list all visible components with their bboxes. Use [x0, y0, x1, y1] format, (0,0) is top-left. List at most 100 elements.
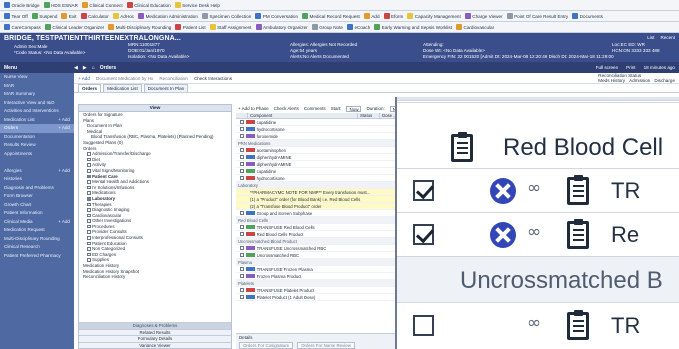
view-tree-checkbox[interactable]	[87, 174, 91, 179]
sidebar-item[interactable]: Growth Chart	[0, 201, 74, 210]
meds-history-status[interactable]: Meds History	[598, 78, 625, 83]
link-item[interactable]: Service Desk Help	[174, 2, 220, 8]
table-row[interactable]: TRANSFUSE Frozen Plasma	[236, 266, 400, 273]
cancel-icon[interactable]	[490, 178, 516, 204]
row-checkbox[interactable]	[240, 295, 244, 299]
row-checkbox[interactable]	[240, 246, 244, 250]
row-checkbox[interactable]	[240, 267, 244, 271]
link-item[interactable]: Clinical Connect	[81, 2, 123, 8]
view-tree-checkbox[interactable]	[87, 168, 91, 173]
home-icon[interactable]: ⌂	[92, 65, 95, 71]
view-tree-checkbox[interactable]	[87, 241, 91, 246]
action-item[interactable]: Point Of Care Result Entry	[506, 13, 568, 19]
view-tree-checkbox[interactable]	[87, 208, 91, 212]
row-checkbox[interactable]	[240, 120, 244, 124]
action-item[interactable]: Calculator	[80, 13, 109, 19]
action-item[interactable]: Add	[363, 13, 380, 19]
sidebar-item[interactable]: Diagnosis and Problems	[0, 184, 74, 193]
sidebar-item[interactable]: Histories	[0, 175, 74, 184]
row-checkbox[interactable]	[240, 162, 244, 166]
table-row[interactable]: Platelet Product (1 Adult Dose)	[236, 294, 400, 301]
action-item[interactable]: PM Conversation	[255, 13, 298, 19]
table-row[interactable]: diphenhydrAMINE	[236, 154, 400, 161]
full-screen-button[interactable]: Full screen	[596, 65, 618, 70]
action-item[interactable]: Suspend	[31, 13, 57, 19]
row-checkbox[interactable]	[240, 274, 244, 278]
table-row[interactable]: TRANSFUSE Uncrossmatched RBC	[236, 245, 400, 252]
action-item[interactable]: Eform	[383, 13, 403, 19]
document-med-button[interactable]: Document Medication by Hx	[96, 76, 153, 81]
sidebar-item[interactable]: Medication Request	[0, 226, 74, 235]
sidebar-item[interactable]: Patient Preferred Pharmacy	[0, 252, 74, 261]
organizer-item[interactable]: Cardiovascular	[456, 24, 494, 30]
view-tree-checkbox[interactable]	[87, 219, 91, 223]
cancel-icon[interactable]	[490, 222, 516, 248]
view-tree-checkbox[interactable]	[87, 180, 91, 184]
organizer-item[interactable]: Staff Assignment	[209, 24, 252, 30]
back-arrow-icon[interactable]: ◀	[74, 65, 78, 71]
row-checkbox[interactable]	[240, 253, 244, 257]
table-row[interactable]: TRANSFUSE Platelet Product	[236, 287, 400, 294]
sidebar-item[interactable]: MAR Summary	[0, 90, 74, 99]
view-tree-checkbox[interactable]	[87, 236, 91, 240]
row-checkbox[interactable]	[240, 288, 244, 292]
recent-button[interactable]: Recent	[660, 35, 675, 40]
sidebar-add-button[interactable]: + Add	[58, 124, 70, 133]
check-alerts-button[interactable]: Check Alerts	[274, 106, 299, 111]
row-checkbox[interactable]	[240, 169, 244, 173]
zoom-checkbox-2[interactable]	[413, 224, 434, 245]
grid-header-component[interactable]: Component	[248, 113, 358, 118]
add-order-button[interactable]: + Add	[78, 76, 90, 81]
tab-medication-list[interactable]: Medication List	[103, 84, 142, 92]
grid-header-status[interactable]: Status	[358, 113, 380, 118]
view-tree-checkbox[interactable]	[87, 191, 91, 195]
action-item[interactable]: Specimen Collection	[201, 13, 251, 19]
sidebar-item[interactable]: Orders + Add	[0, 124, 74, 133]
sidebar-item[interactable]: Activities and Interventions	[0, 107, 74, 116]
list-button[interactable]: List	[647, 35, 654, 40]
table-row[interactable]: acetaminophen	[236, 147, 400, 154]
sidebar-add-button[interactable]: + Add	[58, 116, 70, 125]
sidebar-item[interactable]: Medication List + Add	[0, 116, 74, 125]
table-row[interactable]: diphenhydrAMINE	[236, 161, 400, 168]
table-row[interactable]: hydrocortisone	[236, 126, 400, 133]
sidebar-add-button[interactable]: + Add	[58, 218, 70, 227]
view-panel-section-button[interactable]: Variance Viewer	[79, 341, 231, 348]
reconciliation-button[interactable]: Reconciliation	[159, 76, 188, 81]
tab-orders[interactable]: Orders	[78, 84, 102, 92]
table-row[interactable]: Uncrossmatched RBC	[236, 252, 400, 259]
organizer-item[interactable]: Clinical Leader Organizer	[44, 24, 104, 30]
sidebar-item[interactable]: Allergies + Add	[0, 167, 74, 176]
print-button[interactable]: Print	[626, 65, 635, 70]
table-row[interactable]: Group and Screen Subphase	[236, 210, 400, 217]
table-row[interactable]: Frozen Plasma Product	[236, 273, 400, 280]
organizer-item[interactable]: Multi-Disciplinary Rounding	[108, 24, 171, 30]
row-checkbox[interactable]	[240, 225, 244, 229]
row-checkbox[interactable]	[240, 211, 244, 215]
comments-button[interactable]: Comments	[304, 106, 326, 111]
action-item[interactable]: Exit	[61, 13, 77, 19]
refresh-timestamp[interactable]: 18 minutes ago	[644, 65, 675, 70]
view-tree-checkbox[interactable]	[87, 230, 91, 235]
action-item[interactable]: Charge Viewer	[464, 13, 503, 19]
table-row[interactable]: cupatidine	[236, 168, 400, 175]
check-interactions-button[interactable]: Check Interactions	[194, 76, 232, 81]
sidebar-item[interactable]: Interactive View and I&O	[0, 99, 74, 108]
sidebar-item[interactable]: Nurse View	[0, 73, 74, 82]
view-tree-checkbox[interactable]	[87, 185, 91, 190]
add-to-phase-button[interactable]: + Add to Phase	[238, 106, 269, 111]
view-tree-checkbox[interactable]	[87, 213, 91, 218]
organizer-item[interactable]: Ambulatory Organizer	[255, 24, 308, 30]
details-toggle[interactable]: Details	[239, 335, 397, 340]
row-checkbox[interactable]	[240, 148, 244, 152]
link-item[interactable]: Oracle Bridge	[4, 2, 40, 8]
row-checkbox[interactable]	[240, 155, 244, 159]
action-item[interactable]: Capacity Management	[407, 13, 461, 19]
link-item[interactable]: Clinical Education	[126, 2, 171, 8]
sidebar-item[interactable]: MAR	[0, 82, 74, 91]
sidebar-item[interactable]: Documentation	[0, 133, 74, 142]
table-row[interactable]: cupatidine	[236, 119, 400, 126]
menu-label[interactable]: Menu	[0, 65, 74, 71]
organizer-item[interactable]: Patient List	[175, 24, 206, 30]
sidebar-item[interactable]: Clinical Media + Add	[0, 218, 74, 227]
